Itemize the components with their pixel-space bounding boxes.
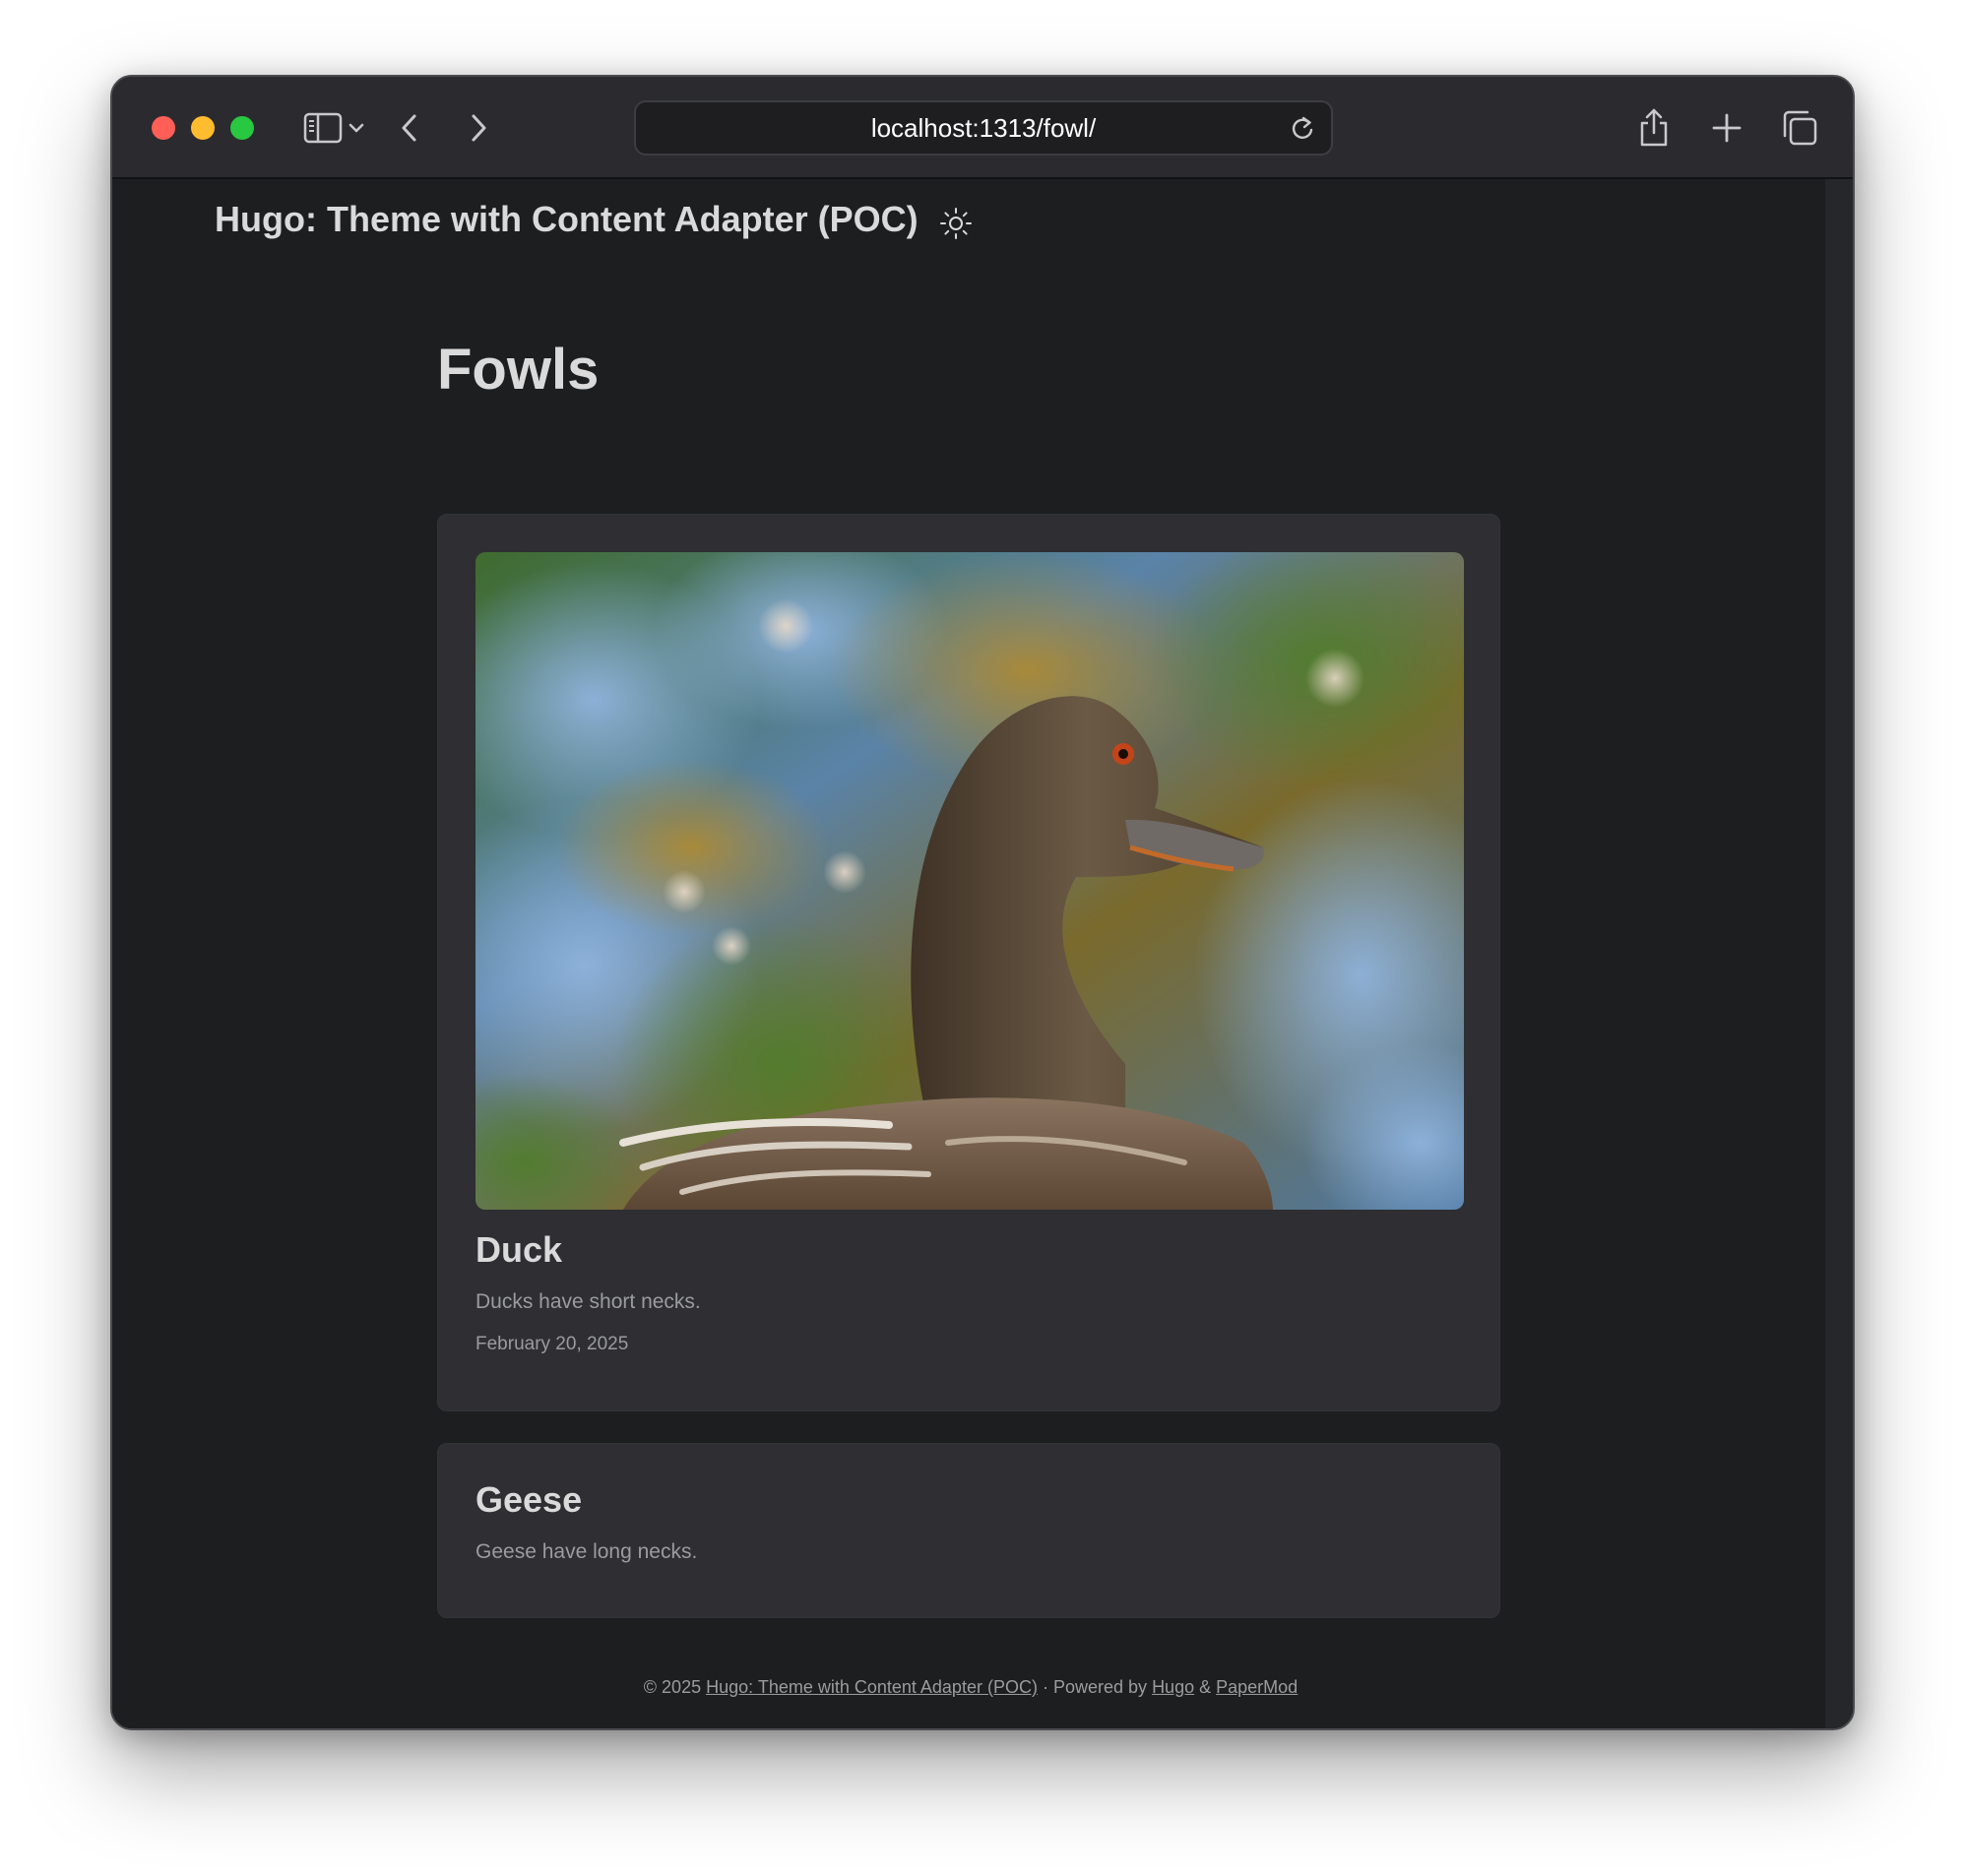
site-footer: © 2025 Hugo: Theme with Content Adapter … bbox=[112, 1677, 1829, 1698]
footer-papermod-link[interactable]: PaperMod bbox=[1216, 1677, 1298, 1697]
close-window-button[interactable] bbox=[152, 116, 175, 140]
post-summary: Geese have long necks. bbox=[475, 1540, 698, 1563]
footer-copyright: © 2025 bbox=[643, 1677, 702, 1697]
footer-hugo-link[interactable]: Hugo bbox=[1152, 1677, 1194, 1697]
post-entry-geese[interactable]: Geese Geese have long necks. bbox=[437, 1443, 1500, 1618]
share-icon[interactable] bbox=[1630, 104, 1678, 152]
plus-icon[interactable] bbox=[1703, 104, 1750, 152]
post-date: February 20, 2025 bbox=[475, 1334, 629, 1354]
site-title-link[interactable]: Hugo: Theme with Content Adapter (POC) bbox=[215, 199, 919, 240]
duck-photo bbox=[475, 552, 1464, 1210]
post-title[interactable]: Geese bbox=[475, 1479, 582, 1521]
zoom-window-button[interactable] bbox=[230, 116, 254, 140]
back-icon[interactable] bbox=[386, 104, 433, 152]
url-text: localhost:1313/fowl/ bbox=[870, 112, 1097, 143]
footer-ampersand: & bbox=[1199, 1677, 1212, 1697]
page-viewport: Hugo: Theme with Content Adapter (POC) F… bbox=[112, 179, 1853, 1728]
sun-icon[interactable] bbox=[939, 207, 973, 240]
browser-window: localhost:1313/fowl/ Hugo: Theme with Co… bbox=[110, 75, 1855, 1730]
forward-icon[interactable] bbox=[455, 104, 502, 152]
tabs-overview-icon[interactable] bbox=[1776, 104, 1823, 152]
reload-icon[interactable] bbox=[1288, 114, 1317, 144]
scrollbar[interactable] bbox=[1825, 179, 1853, 1728]
chevron-down-icon[interactable] bbox=[347, 104, 366, 152]
sidebar-icon[interactable] bbox=[299, 104, 347, 152]
footer-powered-by: Powered by bbox=[1052, 1677, 1148, 1697]
post-summary: Ducks have short necks. bbox=[475, 1290, 701, 1313]
page-title: Fowls bbox=[437, 338, 600, 402]
address-bar[interactable]: localhost:1313/fowl/ bbox=[634, 100, 1333, 156]
footer-separator: · bbox=[1042, 1677, 1048, 1697]
minimize-window-button[interactable] bbox=[191, 116, 215, 140]
post-title[interactable]: Duck bbox=[475, 1229, 562, 1271]
footer-site-link[interactable]: Hugo: Theme with Content Adapter (POC) bbox=[706, 1677, 1038, 1697]
post-entry-duck[interactable]: Duck Ducks have short necks. February 20… bbox=[437, 514, 1500, 1411]
browser-toolbar: localhost:1313/fowl/ bbox=[112, 77, 1853, 179]
